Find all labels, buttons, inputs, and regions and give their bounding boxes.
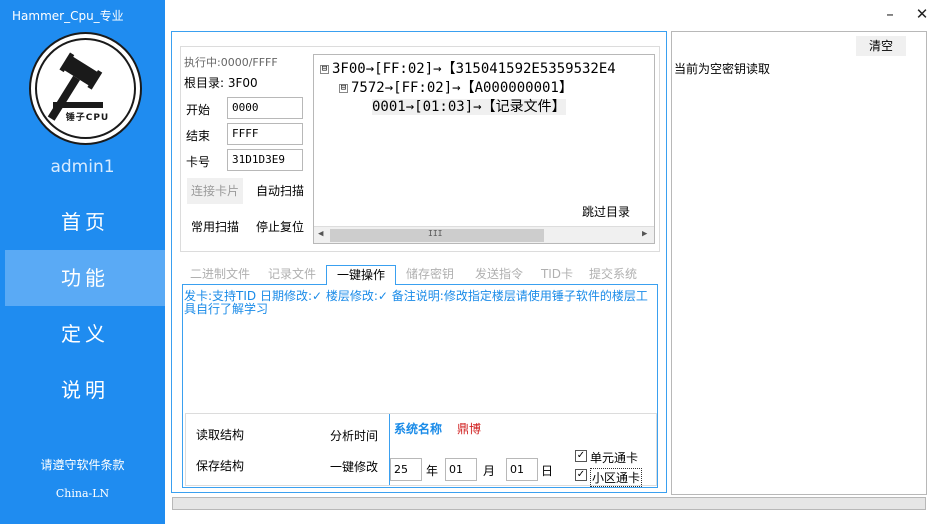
read-structure-button[interactable]: 读取结构 [190, 422, 250, 448]
tree-node-root[interactable]: ⊟ 3F00→[FF:02]→【315041592E5359532E4 [320, 58, 616, 78]
tab-one-click[interactable]: 一键操作 [326, 265, 396, 285]
nav-definitions[interactable]: 定义 [5, 306, 165, 362]
skip-dir-button[interactable]: 跳过目录 [578, 201, 634, 223]
end-input[interactable]: FFFF [227, 123, 303, 145]
close-button[interactable]: ✕ [910, 2, 933, 26]
collapse-icon[interactable]: ⊟ [339, 84, 348, 93]
tab-tid-card[interactable]: TID卡 [534, 265, 580, 285]
unit-card-label: 单元通卡 [590, 451, 639, 465]
month-input[interactable]: 01 [445, 458, 477, 481]
tree-node-label: 7572→[FF:02]→【A000000001】 [351, 80, 573, 96]
tree-node-child[interactable]: ⊟ 7572→[FF:02]→【A000000001】 [339, 77, 573, 97]
nav-help[interactable]: 说明 [5, 362, 165, 418]
hammer-logo: 锤子CPU [29, 32, 142, 145]
year-unit: 年 [426, 464, 439, 478]
system-name-value: 鼎博 [457, 422, 482, 436]
scroll-left-icon[interactable]: ◀ [318, 229, 323, 239]
start-input[interactable]: 0000 [227, 97, 303, 119]
nav-functions[interactable]: 功能 [5, 250, 165, 306]
hammer-logo-inner: 锤子CPU [35, 38, 136, 139]
window-title: Hammer_Cpu_专业 [12, 9, 124, 23]
app-window: Hammer_Cpu_专业 – ✕ 锤子CPU admin1 首页 功能 定义 … [0, 0, 933, 524]
scrollbar-thumb[interactable]: III [330, 229, 544, 242]
analyze-time-button[interactable]: 分析时间 [324, 423, 384, 449]
one-click-modify-button[interactable]: 一键修改 [324, 454, 384, 480]
tree-node-label: 0001→[01:03]→【记录文件】 [372, 99, 566, 115]
root-dir-text: 根目录: 3F00 [184, 76, 258, 90]
copyright: China-LN [55, 487, 110, 500]
tab-record-file[interactable]: 记录文件 [258, 265, 326, 285]
title-bar-brand: Hammer_Cpu_专业 [0, 0, 165, 28]
tab-strip-end [646, 265, 658, 285]
status-text: 当前为空密钥读取 [674, 62, 771, 76]
username: admin1 [50, 157, 115, 177]
area-card-checkbox[interactable]: ✓ [575, 469, 587, 481]
unit-card-checkbox[interactable]: ✓ [575, 450, 587, 462]
common-scan-button[interactable]: 常用扫描 [187, 214, 243, 240]
directory-tree[interactable]: ⊟ 3F00→[FF:02]→【315041592E5359532E4 ⊟ 7572… [313, 54, 655, 244]
auto-scan-button[interactable]: 自动扫描 [252, 178, 308, 204]
tab-binary-file[interactable]: 二进制文件 [182, 265, 258, 285]
tree-node-leaf[interactable]: 0001→[01:03]→【记录文件】 [372, 96, 566, 116]
log-panel: 清空 当前为空密钥读取 [671, 31, 927, 495]
support-note: 发卡:支持TID 日期修改:✓ 楼层修改:✓ 备注说明:修改指定楼层请使用锤子软… [184, 289, 648, 316]
start-label: 开始 [186, 103, 211, 117]
day-input[interactable]: 01 [506, 458, 538, 481]
title-bar: Hammer_Cpu_专业 – ✕ [0, 0, 933, 28]
progress-bar [172, 497, 926, 510]
end-label: 结束 [186, 129, 211, 143]
scan-progress-text: 执行中:0000/FFFF [184, 56, 278, 69]
area-card-label: 小区通卡 [590, 468, 643, 487]
one-click-panel: 发卡:支持TID 日期修改:✓ 楼层修改:✓ 备注说明:修改指定楼层请使用锤子软… [182, 284, 658, 488]
system-name-label: 系统名称 [394, 422, 443, 436]
sidebar: 锤子CPU admin1 首页 功能 定义 说明 请遵守软件条款 China-L… [0, 28, 165, 524]
terms-link[interactable]: 请遵守软件条款 [0, 456, 165, 473]
scroll-right-icon[interactable]: ▶ [642, 229, 647, 239]
stop-reset-button[interactable]: 停止复位 [252, 214, 308, 240]
horizontal-scrollbar[interactable]: ◀ III ▶ [314, 226, 654, 243]
month-unit: 月 [483, 464, 496, 478]
clear-button[interactable]: 清空 [856, 36, 906, 56]
collapse-icon[interactable]: ⊟ [320, 65, 329, 74]
tab-store-key[interactable]: 储存密钥 [396, 265, 464, 285]
logo-text: 锤子CPU [65, 113, 110, 123]
scan-group: 执行中:0000/FFFF 根目录: 3F00 开始 0000 结束 FFFF … [180, 46, 660, 252]
tab-submit-system[interactable]: 提交系统 [580, 265, 646, 285]
nav-home[interactable]: 首页 [5, 194, 165, 250]
hammer-icon [47, 52, 103, 121]
save-structure-button[interactable]: 保存结构 [190, 453, 250, 479]
minimize-button[interactable]: – [878, 2, 902, 26]
tab-send-command[interactable]: 发送指令 [464, 265, 534, 285]
function-tabs: 二进制文件 记录文件 一键操作 储存密钥 发送指令 TID卡 提交系统 [182, 265, 658, 285]
card-number-input[interactable]: 31D1D3E9 [227, 149, 303, 171]
year-input[interactable]: 25 [390, 458, 422, 481]
main-panel: 执行中:0000/FFFF 根目录: 3F00 开始 0000 结束 FFFF … [171, 31, 667, 493]
day-unit: 日 [541, 464, 554, 478]
card-label: 卡号 [186, 155, 211, 169]
grip-icon: III [428, 229, 443, 238]
connect-card-button[interactable]: 连接卡片 [187, 178, 243, 204]
one-click-actions: 读取结构 保存结构 分析时间 一键修改 系统名称 鼎博 25 年 01 月 01… [185, 413, 657, 487]
tree-node-label: 3F00→[FF:02]→【315041592E5359532E4 [332, 61, 616, 77]
